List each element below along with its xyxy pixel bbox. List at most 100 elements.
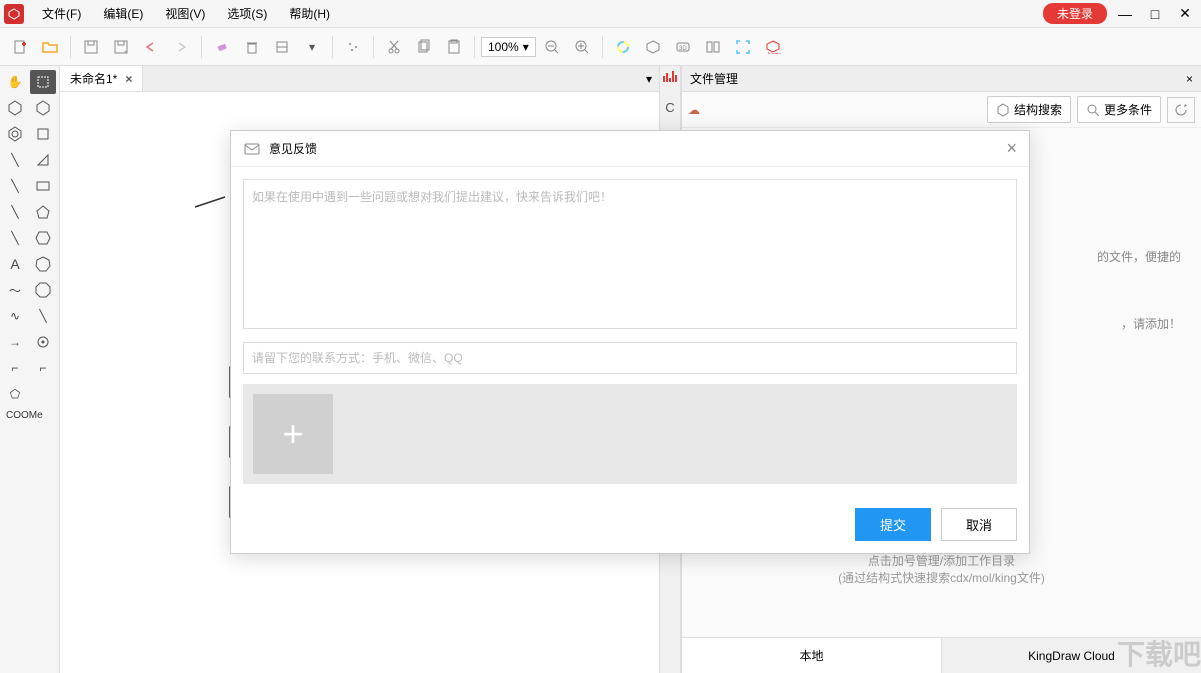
feedback-modal: 意见反馈 × + 提交 取消 [230,130,1030,554]
panel-close-icon[interactable]: × [1186,72,1193,86]
chart-icon[interactable] [662,70,678,84]
line-tool-icon[interactable]: ╲ [2,148,28,172]
action-hint: 点击加号管理/添加工作目录 [702,552,1181,569]
dropdown-icon[interactable]: ▾ [298,33,326,61]
pentagon-icon[interactable] [30,200,56,224]
hexagon-icon[interactable] [2,96,28,120]
svg-text:3D: 3D [679,46,687,52]
redo-icon[interactable] [167,33,195,61]
save-icon[interactable] [77,33,105,61]
modal-body: + [231,167,1029,496]
zoom-out-icon[interactable] [538,33,566,61]
eraser-icon[interactable] [208,33,236,61]
arrow-icon[interactable]: → [2,330,28,354]
menu-file[interactable]: 文件(F) [32,1,91,26]
submit-button[interactable]: 提交 [855,508,931,541]
tab-dropdown-icon[interactable]: ▾ [639,66,659,91]
library-icon[interactable] [699,33,727,61]
paste-icon[interactable] [440,33,468,61]
cloud-icon: ☁ [688,103,700,117]
app-icon [4,4,24,24]
modal-header: 意见反馈 × [231,131,1029,167]
feedback-textarea[interactable] [243,179,1017,329]
side-c-label: C [665,100,674,115]
triangle-icon[interactable] [30,148,56,172]
copy-icon[interactable] [410,33,438,61]
menubar: 文件(F) 编辑(E) 视图(V) 选项(S) 帮助(H) 未登录 — □ ✕ [0,0,1201,28]
ring-tool-icon[interactable]: ⬠ [2,382,28,406]
refresh-button[interactable] [1167,97,1195,123]
new-file-icon[interactable] [6,33,34,61]
menu-help[interactable]: 帮助(H) [279,1,340,26]
tab-close-icon[interactable]: × [125,72,132,86]
radical-icon[interactable] [30,330,56,354]
minimize-button[interactable]: — [1113,2,1137,26]
maximize-button[interactable]: □ [1143,2,1167,26]
hexagon3-icon[interactable] [30,226,56,250]
chain-icon[interactable]: ⌐ [30,356,56,380]
tab-bar: 未命名1* × ▾ [60,66,659,92]
action-sub: (通过结构式快速搜索cdx/mol/king文件) [702,569,1181,586]
menu-edit[interactable]: 编辑(E) [93,1,153,26]
more-conditions-button[interactable]: 更多条件 [1077,96,1161,123]
login-badge[interactable]: 未登录 [1043,3,1107,24]
color-ring-icon[interactable] [609,33,637,61]
rect-icon[interactable] [30,174,56,198]
clean-icon[interactable] [339,33,367,61]
upload-add-button[interactable]: + [253,394,333,474]
bond-tool-icon[interactable]: ╲ [2,174,28,198]
hex-search-icon [996,103,1010,117]
modal-close-icon[interactable]: × [1006,138,1017,159]
delete-icon[interactable] [238,33,266,61]
chevron-down-icon: ▾ [523,40,529,54]
benzene-icon[interactable] [2,122,28,146]
menu-view[interactable]: 视图(V) [155,1,215,26]
bracket-icon[interactable]: ⌐ [2,356,28,380]
document-tab[interactable]: 未命名1* × [60,66,143,91]
tab-local[interactable]: 本地 [682,638,941,673]
close-window-button[interactable]: ✕ [1173,2,1197,26]
structure-search-button[interactable]: 结构搜索 [987,96,1071,123]
modal-footer: 提交 取消 [231,496,1029,553]
hand-tool-icon[interactable]: ✋ [2,70,28,94]
wedge-icon[interactable]: ╲ [2,226,28,250]
panel-search-bar: ☁ 结构搜索 更多条件 [682,92,1201,128]
cancel-button[interactable]: 取消 [941,508,1017,541]
zoom-level[interactable]: 100% ▾ [481,37,536,57]
align-icon[interactable] [268,33,296,61]
octagon-icon[interactable] [30,278,56,302]
tab-title: 未命名1* [70,70,117,87]
search-icon [1086,103,1100,117]
select-tool-icon[interactable] [30,70,56,94]
dash-bond-icon[interactable]: ╲ [2,200,28,224]
tab-cloud[interactable]: KingDraw Cloud [941,638,1201,673]
zoom-in-icon[interactable] [568,33,596,61]
text-tool-icon[interactable]: A [2,252,28,276]
toolbar: + ▾ 100% ▾ 3D Name [0,28,1201,66]
curve-icon[interactable]: ∿ [2,304,28,328]
name-icon[interactable]: Name [759,33,787,61]
cube-icon[interactable] [639,33,667,61]
modal-title: 意见反馈 [269,140,317,157]
open-folder-icon[interactable] [36,33,64,61]
svg-text:Name: Name [768,52,781,54]
hexagon2-icon[interactable] [30,96,56,120]
upload-area: + [243,384,1017,484]
contact-input[interactable] [243,342,1017,374]
svg-text:+: + [124,50,128,55]
panel-title: 文件管理 [690,70,738,87]
heptagon-icon[interactable] [30,252,56,276]
3d-icon[interactable]: 3D [669,33,697,61]
save-as-icon[interactable]: + [107,33,135,61]
wave-icon[interactable]: 〜 [2,278,28,302]
screenshot-icon[interactable] [729,33,757,61]
cut-icon[interactable] [380,33,408,61]
line2-icon[interactable]: ╲ [30,304,56,328]
tool-text-label: COOMe [2,408,57,423]
square-icon[interactable] [30,122,56,146]
misc-icon[interactable] [30,382,56,406]
panel-tabs: 本地 KingDraw Cloud [682,637,1201,673]
menu-options[interactable]: 选项(S) [217,1,277,26]
undo-icon[interactable] [137,33,165,61]
left-toolbar: ✋ ╲ ╲ ╲ ╲ A 〜 ∿╲ → ⌐⌐ ⬠ COOMe [0,66,60,673]
